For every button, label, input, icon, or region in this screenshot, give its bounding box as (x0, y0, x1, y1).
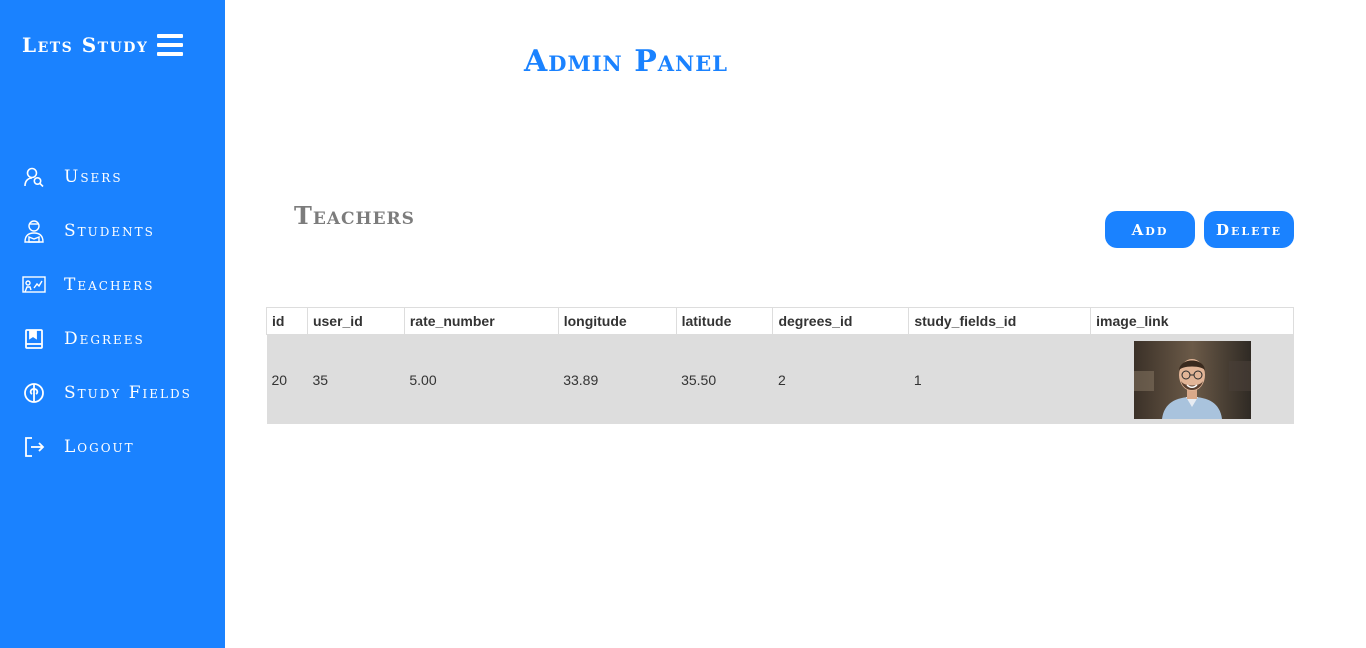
student-icon (22, 219, 46, 243)
column-header-image-link: image_link (1090, 307, 1294, 335)
logout-icon (22, 435, 46, 459)
menu-toggle-icon[interactable] (157, 34, 183, 58)
sidebar-item-students[interactable]: Students (22, 216, 212, 246)
column-header-study-fields-id: study_fields_id (908, 307, 1092, 335)
table-row[interactable]: 20 35 5.00 33.89 35.50 2 1 (266, 334, 1294, 424)
add-button[interactable]: Add (1105, 211, 1195, 248)
book-icon (22, 327, 46, 351)
column-header-longitude: longitude (557, 307, 677, 335)
cell-longitude: 33.89 (558, 334, 677, 424)
table-header-row: id user_id rate_number longitude latitud… (266, 307, 1294, 335)
column-header-user-id: user_id (306, 307, 405, 335)
sidebar-item-label: Logout (64, 437, 135, 457)
teacher-photo (1133, 340, 1251, 419)
sidebar-item-label: Teachers (64, 275, 155, 295)
sidebar-item-teachers[interactable]: Teachers (22, 270, 212, 300)
section-title: Teachers (294, 201, 415, 230)
sidebar-item-label: Students (64, 221, 155, 241)
sidebar-item-degrees[interactable]: Degrees (22, 324, 212, 354)
teachers-table: id user_id rate_number longitude latitud… (266, 307, 1294, 424)
cell-degrees-id: 2 (772, 334, 909, 424)
sidebar-item-label: Users (64, 167, 123, 187)
user-search-icon (22, 165, 46, 189)
column-header-rate-number: rate_number (403, 307, 559, 335)
cell-rate-number: 5.00 (404, 334, 559, 424)
column-header-id: id (266, 307, 308, 335)
sidebar: Lets Study Users Students Teachers Degre… (0, 0, 225, 648)
cell-image-link (1090, 334, 1294, 424)
sidebar-item-logout[interactable]: Logout (22, 432, 212, 462)
cell-id: 20 (266, 334, 308, 424)
teacher-board-icon (22, 273, 46, 297)
column-header-latitude: latitude (675, 307, 774, 335)
cell-study-fields-id: 1 (908, 334, 1091, 424)
sidebar-item-label: Study Fields (64, 383, 192, 403)
cell-user-id: 35 (307, 334, 405, 424)
sidebar-item-users[interactable]: Users (22, 162, 212, 192)
page-title: Admin Panel (524, 44, 729, 79)
brain-icon (22, 381, 46, 405)
delete-button[interactable]: Delete (1204, 211, 1294, 248)
brand-logo[interactable]: Lets Study (22, 33, 148, 57)
column-header-degrees-id: degrees_id (772, 307, 910, 335)
sidebar-item-label: Degrees (64, 329, 145, 349)
sidebar-item-study-fields[interactable]: Study Fields (22, 378, 212, 408)
cell-latitude: 35.50 (676, 334, 773, 424)
